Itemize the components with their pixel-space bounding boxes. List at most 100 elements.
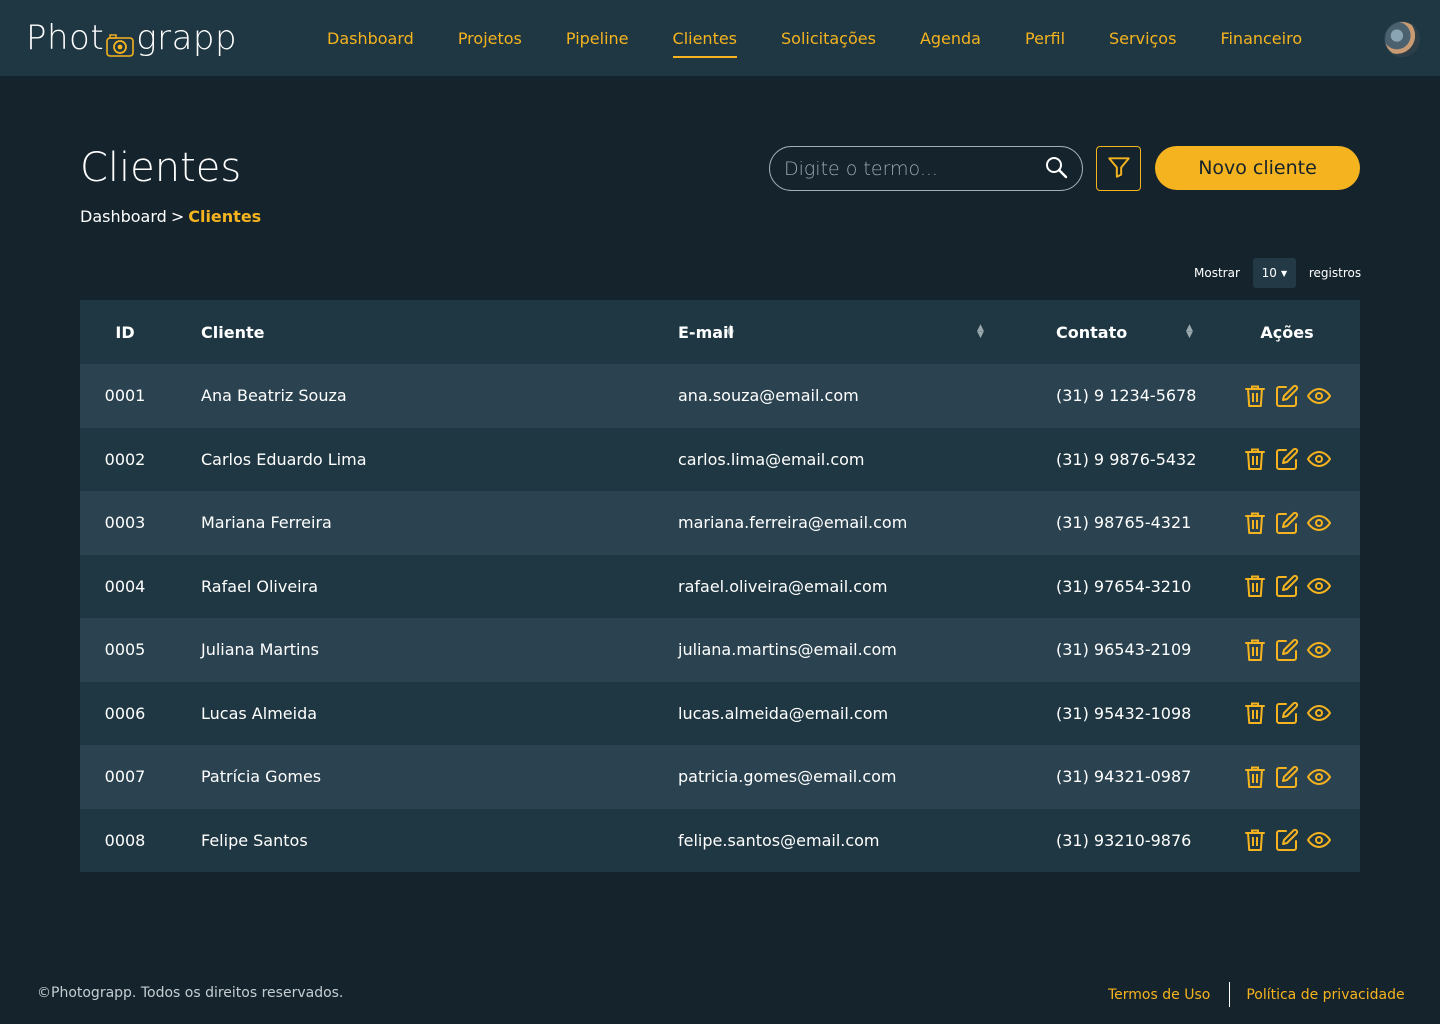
col-header-id-label: ID xyxy=(115,322,135,342)
user-avatar[interactable] xyxy=(1384,21,1420,57)
eye-icon[interactable] xyxy=(1307,828,1331,852)
table-row[interactable]: 0006 Lucas Almeida lucas.almeida@email.com… xyxy=(80,681,1360,746)
sort-icon[interactable]: ▲ ▼ xyxy=(977,324,984,340)
sort-icon[interactable]: ▲ ▼ xyxy=(1186,324,1193,340)
cell-client: Mariana Ferreira xyxy=(201,513,332,533)
show-label: Mostrar xyxy=(1194,266,1240,280)
table-row[interactable]: 0005 Juliana Martins juliana.martins@email… xyxy=(80,618,1360,682)
camera-logo-icon xyxy=(105,27,135,57)
cell-email: patricia.gomes@email.com xyxy=(678,767,897,787)
cell-id: 0001 xyxy=(104,386,146,406)
row-actions xyxy=(1214,828,1360,852)
nav-item-clientes[interactable]: Clientes xyxy=(672,0,737,76)
nav-item-dashboard[interactable]: Dashboard xyxy=(327,0,414,76)
search-input[interactable] xyxy=(784,157,1044,180)
edit-icon[interactable] xyxy=(1275,574,1299,598)
cell-email: carlos.lima@email.com xyxy=(678,449,865,469)
cell-id: 0004 xyxy=(104,576,146,596)
trash-icon[interactable] xyxy=(1243,828,1267,852)
edit-icon[interactable] xyxy=(1275,638,1299,662)
cell-email: mariana.ferreira@email.com xyxy=(678,513,908,533)
table-header-row: ID Cliente ▲ ▼ E-mail ▲ ▼ Contato ▲ ▼ Ações xyxy=(80,300,1360,364)
nav-item-pipeline[interactable]: Pipeline xyxy=(566,0,629,76)
breadcrumb-current: Clientes xyxy=(188,207,262,226)
trash-icon[interactable] xyxy=(1243,511,1267,535)
edit-icon[interactable] xyxy=(1275,765,1299,789)
col-header-email[interactable]: E-mail ▲ ▼ xyxy=(647,300,1025,364)
cell-actions xyxy=(1214,618,1360,682)
cell-email: juliana.martins@email.com xyxy=(678,640,897,660)
eye-icon[interactable] xyxy=(1307,447,1331,471)
cell-id: 0006 xyxy=(104,703,146,723)
table-row[interactable]: 0003 Mariana Ferreira mariana.ferreira@ema… xyxy=(80,491,1360,555)
breadcrumb-parent[interactable]: Dashboard xyxy=(80,207,167,226)
terms-link[interactable]: Termos de Uso xyxy=(1108,987,1210,1003)
cell-id: 0008 xyxy=(104,830,146,850)
app-logo[interactable]: Phot grapp xyxy=(26,14,237,62)
footer-divider xyxy=(1229,982,1231,1007)
eye-icon[interactable] xyxy=(1307,701,1331,725)
edit-icon[interactable] xyxy=(1275,828,1299,852)
page-size-select[interactable]: 10 ▼ xyxy=(1252,258,1296,288)
cell-contact: (31) 96543-2109 xyxy=(1056,640,1192,660)
table-row[interactable]: 0001 Ana Beatriz Souza ana.souza@email.com… xyxy=(80,364,1360,428)
nav-item-agenda[interactable]: Agenda xyxy=(920,0,981,76)
trash-icon[interactable] xyxy=(1243,765,1267,789)
edit-icon[interactable] xyxy=(1275,447,1299,471)
page-size-control: Mostrar 10 ▼ registros xyxy=(1194,258,1361,288)
cell-contact: (31) 98765-4321 xyxy=(1056,513,1192,533)
col-header-email-label: E-mail xyxy=(678,322,735,342)
nav-item-projetos[interactable]: Projetos xyxy=(458,0,522,76)
eye-icon[interactable] xyxy=(1307,765,1331,789)
table-row[interactable]: 0004 Rafael Oliveira rafael.oliveira@email… xyxy=(80,554,1360,618)
cell-client: Patrícia Gomes xyxy=(201,767,322,787)
trash-icon[interactable] xyxy=(1243,574,1267,598)
nav-item-servicos[interactable]: Serviços xyxy=(1109,0,1176,76)
cell-actions xyxy=(1214,428,1360,492)
trash-icon[interactable] xyxy=(1243,447,1267,471)
logo-text-right: grapp xyxy=(136,18,238,58)
nav-item-perfil[interactable]: Perfil xyxy=(1025,0,1065,76)
eye-icon[interactable] xyxy=(1307,638,1331,662)
eye-icon[interactable] xyxy=(1307,574,1331,598)
cell-client: Ana Beatriz Souza xyxy=(201,386,347,406)
col-header-client[interactable]: Cliente ▲ ▼ xyxy=(170,300,734,364)
table-row[interactable]: 0002 Carlos Eduardo Lima carlos.lima@email… xyxy=(80,427,1360,492)
top-navbar: Phot grapp Dashboard Projetos Pipeline Clie… xyxy=(0,0,1440,76)
edit-icon[interactable] xyxy=(1275,511,1299,535)
cell-client: Carlos Eduardo Lima xyxy=(201,449,367,469)
page-title: Clientes xyxy=(80,145,242,191)
trash-icon[interactable] xyxy=(1243,384,1267,408)
row-actions xyxy=(1214,447,1360,471)
eye-icon[interactable] xyxy=(1307,384,1331,408)
breadcrumb-separator: > xyxy=(170,207,185,226)
cell-email: rafael.oliveira@email.com xyxy=(678,576,888,596)
nav-item-financeiro[interactable]: Financeiro xyxy=(1220,0,1302,76)
edit-icon[interactable] xyxy=(1275,384,1299,408)
table-row[interactable]: 0008 Felipe Santos felipe.santos@email.com… xyxy=(80,808,1360,872)
cell-actions xyxy=(1214,364,1360,428)
cell-contact: (31) 94321-0987 xyxy=(1056,767,1192,787)
cell-email: ana.souza@email.com xyxy=(678,386,859,406)
privacy-link[interactable]: Política de privacidade xyxy=(1246,987,1404,1003)
col-header-id: ID xyxy=(80,300,170,364)
cell-client: Rafael Oliveira xyxy=(201,576,319,596)
cell-actions xyxy=(1214,682,1360,746)
new-client-button[interactable]: Novo cliente xyxy=(1155,146,1360,190)
eye-icon[interactable] xyxy=(1307,511,1331,535)
search-icon[interactable] xyxy=(1044,155,1068,183)
col-header-contact[interactable]: Contato ▲ ▼ xyxy=(1025,300,1214,364)
edit-icon[interactable] xyxy=(1275,701,1299,725)
row-actions xyxy=(1214,511,1360,535)
table-row[interactable]: 0007 Patrícia Gomes patricia.gomes@email.c… xyxy=(80,745,1360,809)
trash-icon[interactable] xyxy=(1243,701,1267,725)
filter-button[interactable] xyxy=(1096,146,1141,191)
row-actions xyxy=(1214,384,1360,408)
cell-contact: (31) 97654-3210 xyxy=(1056,576,1192,596)
col-header-client-label: Cliente xyxy=(201,322,265,342)
page-size-value: 10 xyxy=(1261,266,1277,280)
trash-icon[interactable] xyxy=(1243,638,1267,662)
cell-id: 0002 xyxy=(104,449,146,469)
row-actions xyxy=(1214,574,1360,598)
nav-item-solicitacoes[interactable]: Solicitações xyxy=(781,0,876,76)
